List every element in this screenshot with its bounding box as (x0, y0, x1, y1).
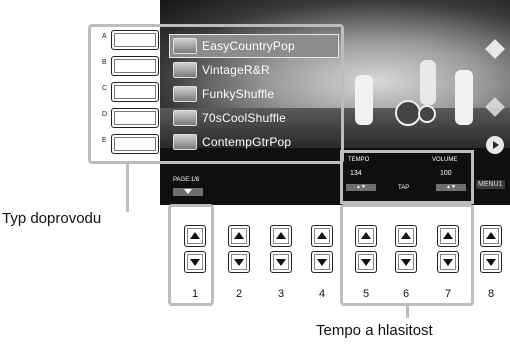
arrow-up-icon (443, 232, 453, 239)
arrow-down-icon (276, 259, 286, 266)
up-button[interactable] (270, 225, 292, 247)
tempo-value: 134 (350, 170, 362, 177)
menu-tab[interactable]: MENU1 (476, 180, 505, 189)
up-button[interactable] (184, 225, 206, 247)
button-pair-6 (395, 225, 417, 275)
side-button-e[interactable] (111, 134, 159, 154)
side-button-c[interactable] (111, 82, 159, 102)
tom-drum-image (418, 105, 436, 123)
button-number: 7 (444, 288, 452, 300)
tap-label[interactable]: TAP (398, 185, 409, 191)
button-number: 4 (318, 288, 326, 300)
arrow-down-icon (486, 259, 496, 266)
button-pair-2 (228, 225, 250, 275)
tempo-volume-callout: Tempo a hlasitost (316, 322, 433, 339)
side-letter: D (102, 111, 108, 118)
button-pair-7 (437, 225, 459, 275)
up-button[interactable] (437, 225, 459, 247)
button-number: 1 (191, 288, 199, 300)
arrow-up-icon (486, 232, 496, 239)
up-button[interactable] (480, 225, 502, 247)
callout-line (406, 306, 409, 318)
arrow-up-icon (401, 232, 411, 239)
button-pair-4 (311, 225, 333, 275)
arrow-down-icon (234, 259, 244, 266)
button-number: 3 (277, 288, 285, 300)
arrow-down-icon (401, 259, 411, 266)
side-button-d[interactable] (111, 108, 159, 128)
button-number: 2 (235, 288, 243, 300)
arrow-up-icon (190, 232, 200, 239)
page-down-icon (184, 189, 192, 194)
down-button[interactable] (355, 251, 377, 273)
arrow-down-icon (361, 259, 371, 266)
down-button[interactable] (437, 251, 459, 273)
drummer-figure (420, 60, 436, 105)
play-icon[interactable] (486, 136, 504, 154)
arrow-up-icon (361, 232, 371, 239)
button-pair-5 (355, 225, 377, 275)
down-button[interactable] (184, 251, 206, 273)
down-button[interactable] (395, 251, 417, 273)
guitarist-figure (355, 75, 373, 125)
button-pair-3 (270, 225, 292, 275)
side-button-a[interactable] (111, 30, 159, 50)
bassist-figure (455, 70, 473, 125)
button-number: 6 (402, 288, 410, 300)
volume-value: 100 (440, 170, 452, 177)
arrow-up-icon (234, 232, 244, 239)
tempo-label: TEMPO (348, 157, 370, 163)
side-letter: C (102, 85, 108, 92)
page-indicator: PAGE:1/8 (173, 177, 200, 183)
volume-updown-control[interactable]: ▲▼ (436, 184, 466, 191)
side-letter: B (102, 59, 107, 66)
up-button[interactable] (311, 225, 333, 247)
tempo-updown-control[interactable]: ▲▼ (346, 184, 376, 191)
arrow-up-icon (317, 232, 327, 239)
arrow-down-icon (443, 259, 453, 266)
side-button-b[interactable] (111, 56, 159, 76)
button-pair-8 (480, 225, 502, 275)
down-button[interactable] (311, 251, 333, 273)
button-pair-1 (184, 225, 206, 275)
button-number: 8 (487, 288, 495, 300)
arrow-down-icon (190, 259, 200, 266)
volume-label: VOLUME (432, 157, 458, 163)
side-letter: A (102, 33, 107, 40)
side-letter: E (102, 137, 107, 144)
callout-line (126, 164, 129, 212)
arrow-up-icon (276, 232, 286, 239)
arrow-down-icon (317, 259, 327, 266)
button-number: 5 (362, 288, 370, 300)
up-button[interactable] (228, 225, 250, 247)
up-button[interactable] (355, 225, 377, 247)
down-button[interactable] (270, 251, 292, 273)
down-button[interactable] (228, 251, 250, 273)
up-button[interactable] (395, 225, 417, 247)
accompaniment-type-callout: Typ doprovodu (2, 210, 102, 227)
down-button[interactable] (480, 251, 502, 273)
